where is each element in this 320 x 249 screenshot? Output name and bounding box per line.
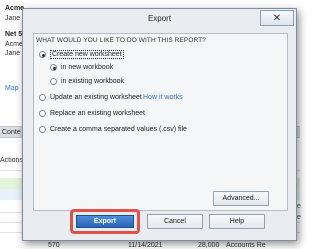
export-button[interactable]: Export bbox=[76, 215, 134, 228]
update-existing-worksheet-label: Update an existing worksheet bbox=[50, 94, 142, 101]
export-button-highlight: Export bbox=[70, 209, 140, 234]
radio-unselected-icon[interactable] bbox=[39, 94, 46, 101]
dialog-title: Export bbox=[147, 14, 172, 23]
billing-company-label: Acme bbox=[5, 41, 23, 48]
prompt-label: WHAT WOULD YOU LIKE TO DO WITH THIS REPO… bbox=[36, 37, 206, 44]
transaction-account-cell: Accounts Re bbox=[226, 242, 266, 249]
radio-selected-icon[interactable] bbox=[50, 64, 57, 71]
radio-unselected-icon[interactable] bbox=[39, 126, 46, 133]
in-new-workbook-option[interactable]: in new workbook bbox=[50, 64, 113, 71]
in-new-workbook-label: in new workbook bbox=[61, 64, 114, 71]
update-existing-worksheet-option[interactable]: Update an existing worksheet bbox=[39, 94, 142, 101]
actions-label[interactable]: Actions bbox=[0, 157, 23, 164]
create-new-worksheet-label: Create new worksheet bbox=[50, 50, 124, 59]
cancel-button[interactable]: Cancel bbox=[147, 214, 203, 229]
replace-existing-worksheet-label: Replace an existing worksheet bbox=[50, 110, 145, 117]
replace-existing-worksheet-option[interactable]: Replace an existing worksheet bbox=[39, 110, 145, 117]
dialog-titlebar[interactable]: Export ✕ bbox=[23, 9, 296, 28]
how-it-works-link[interactable]: How it works bbox=[143, 94, 183, 101]
advanced-button[interactable]: Advanced... bbox=[213, 191, 269, 206]
advanced-button-label: Advanced... bbox=[222, 195, 260, 202]
transaction-amount-cell: 28,000 bbox=[198, 242, 220, 249]
transaction-number-cell: 570 bbox=[48, 242, 60, 249]
radio-unselected-icon[interactable] bbox=[50, 78, 57, 85]
help-button[interactable]: Help bbox=[209, 214, 265, 229]
billing-contact-label: Jane bbox=[5, 50, 21, 57]
cancel-button-label: Cancel bbox=[164, 218, 186, 225]
create-csv-file-option[interactable]: Create a comma separated values (.csv) f… bbox=[39, 126, 187, 133]
terms-label: Net 5 bbox=[5, 31, 23, 38]
close-icon: ✕ bbox=[272, 12, 282, 24]
create-new-worksheet-option[interactable]: Create new worksheet bbox=[39, 50, 124, 59]
close-button[interactable]: ✕ bbox=[260, 10, 294, 26]
export-button-label: Export bbox=[93, 218, 117, 225]
transaction-date-cell: 11/14/2021 bbox=[128, 242, 163, 249]
create-csv-file-label: Create a comma separated values (.csv) f… bbox=[50, 126, 187, 133]
in-existing-workbook-option[interactable]: in existing workbook bbox=[50, 78, 124, 85]
map-link[interactable]: Map bbox=[5, 85, 19, 92]
radio-unselected-icon[interactable] bbox=[39, 110, 46, 117]
contact-name-label: Jane bbox=[5, 15, 21, 22]
contents-tab-label[interactable]: Conte bbox=[2, 129, 21, 136]
export-options-group: WHAT WOULD YOU LIKE TO DO WITH THIS REPO… bbox=[33, 33, 288, 211]
export-dialog: Export ✕ WHAT WOULD YOU LIKE TO DO WITH … bbox=[22, 8, 297, 241]
in-existing-workbook-label: in existing workbook bbox=[61, 78, 125, 85]
radio-selected-icon[interactable] bbox=[39, 51, 46, 58]
help-button-label: Help bbox=[229, 218, 245, 225]
